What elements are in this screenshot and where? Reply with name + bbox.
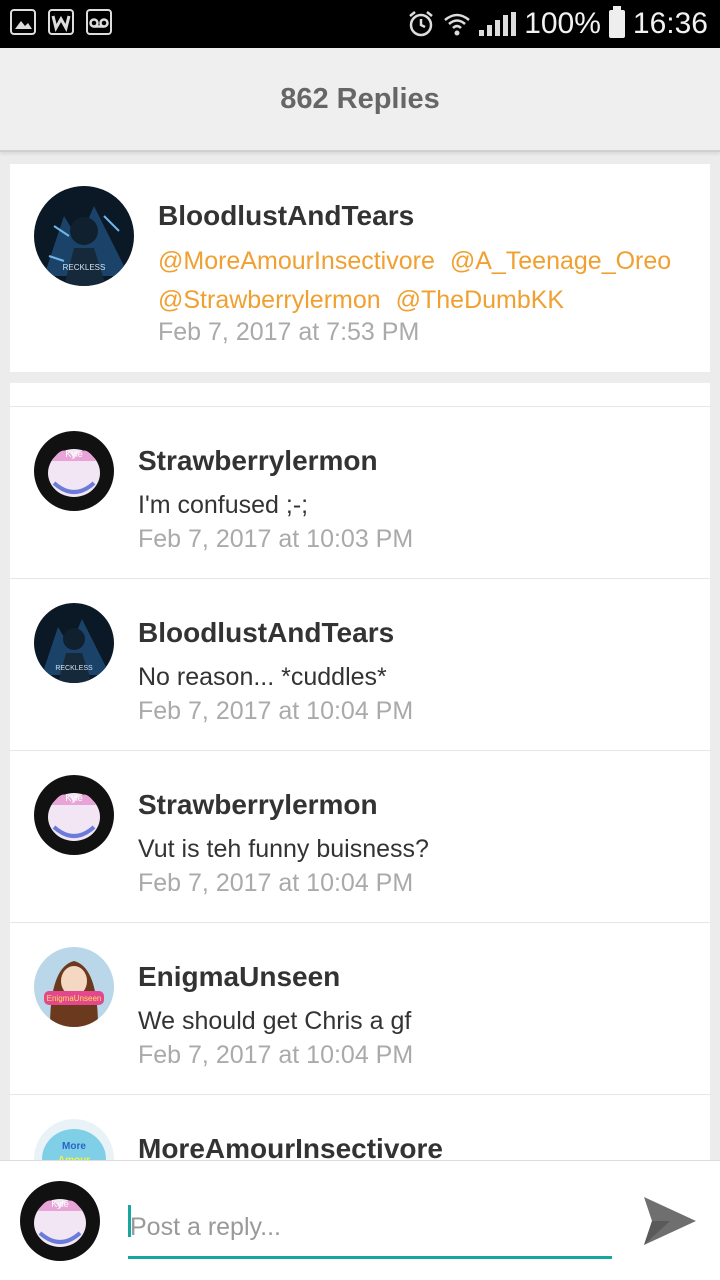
signal-icon bbox=[479, 12, 517, 36]
post-timestamp: Feb 7, 2017 at 7:53 PM bbox=[158, 318, 420, 346]
reply-timestamp: Feb 7, 2017 at 10:03 PM bbox=[138, 525, 414, 553]
author-name[interactable]: BloodlustAndTears bbox=[158, 200, 414, 232]
avatar[interactable]: Kyle bbox=[20, 1181, 100, 1261]
voicemail-icon bbox=[86, 9, 112, 35]
system-status: 100% 16:36 bbox=[407, 5, 708, 43]
w-app-icon bbox=[48, 9, 74, 35]
author-name[interactable]: Strawberrylermon bbox=[138, 789, 378, 821]
svg-text:Kyle: Kyle bbox=[51, 1199, 69, 1209]
avatar[interactable]: Kyle bbox=[34, 431, 114, 511]
reply-item[interactable]: RECKLESS BloodlustAndTears No reason... … bbox=[10, 579, 710, 751]
reply-item[interactable]: Kyle Strawberrylermon Vut is teh funny b… bbox=[10, 751, 710, 923]
author-name[interactable]: EnigmaUnseen bbox=[138, 961, 340, 993]
text-cursor bbox=[128, 1205, 131, 1237]
reply-text: I'm confused ;-; bbox=[138, 491, 309, 519]
image-icon bbox=[10, 9, 36, 35]
reply-input[interactable] bbox=[128, 1199, 612, 1259]
author-name[interactable]: Strawberrylermon bbox=[138, 445, 378, 477]
reply-timestamp: Feb 7, 2017 at 10:04 PM bbox=[138, 697, 414, 725]
author-name[interactable]: BloodlustAndTears bbox=[138, 617, 394, 649]
wifi-icon bbox=[444, 13, 470, 36]
reply-timestamp: Feb 7, 2017 at 10:04 PM bbox=[138, 869, 414, 897]
reply-text: No reason... *cuddles* bbox=[138, 663, 387, 691]
original-post-card: RECKLESS BloodlustAndTears @MoreAmourIns… bbox=[10, 164, 710, 372]
avatar[interactable]: RECKLESS bbox=[34, 603, 114, 683]
alarm-icon bbox=[409, 11, 433, 37]
reply-text: We should get Chris a gf bbox=[138, 1007, 412, 1035]
list-divider bbox=[10, 383, 710, 407]
avatar[interactable]: Kyle bbox=[34, 775, 114, 855]
send-icon bbox=[644, 1197, 696, 1245]
svg-text:Kyle: Kyle bbox=[65, 449, 83, 459]
clock: 16:36 bbox=[632, 7, 708, 40]
mentions: @MoreAmourInsectivore @A_Teenage_Oreo @S… bbox=[158, 242, 698, 320]
notification-icons bbox=[10, 9, 112, 35]
send-button[interactable] bbox=[640, 1193, 700, 1249]
replies-list: Kyle Strawberrylermon I'm confused ;-; F… bbox=[10, 383, 710, 1173]
avatar[interactable]: EnigmaUnseen bbox=[34, 947, 114, 1027]
page-title: 862 Replies bbox=[280, 82, 440, 115]
mention-link[interactable]: @Strawberrylermon bbox=[158, 286, 381, 314]
reply-composer: Kyle bbox=[0, 1160, 720, 1280]
svg-text:Kyle: Kyle bbox=[65, 793, 83, 803]
status-bar: 100% 16:36 bbox=[0, 0, 720, 48]
avatar[interactable]: RECKLESS bbox=[34, 186, 134, 286]
mention-link[interactable]: @A_Teenage_Oreo bbox=[450, 247, 671, 275]
reply-timestamp: Feb 7, 2017 at 10:04 PM bbox=[138, 1041, 414, 1069]
battery-percent: 100% bbox=[524, 7, 601, 40]
header-bar: 862 Replies bbox=[0, 48, 720, 152]
reply-text: Vut is teh funny buisness? bbox=[138, 835, 429, 863]
svg-text:More: More bbox=[62, 1141, 86, 1152]
mention-link[interactable]: @MoreAmourInsectivore bbox=[158, 247, 435, 275]
svg-text:RECKLESS: RECKLESS bbox=[55, 665, 93, 672]
reply-item[interactable]: EnigmaUnseen EnigmaUnseen We should get … bbox=[10, 923, 710, 1095]
reply-item[interactable]: Kyle Strawberrylermon I'm confused ;-; F… bbox=[10, 407, 710, 579]
svg-text:RECKLESS: RECKLESS bbox=[63, 263, 106, 272]
svg-text:EnigmaUnseen: EnigmaUnseen bbox=[47, 994, 102, 1003]
battery-icon bbox=[608, 6, 625, 38]
mention-link[interactable]: @TheDumbKK bbox=[396, 286, 565, 314]
